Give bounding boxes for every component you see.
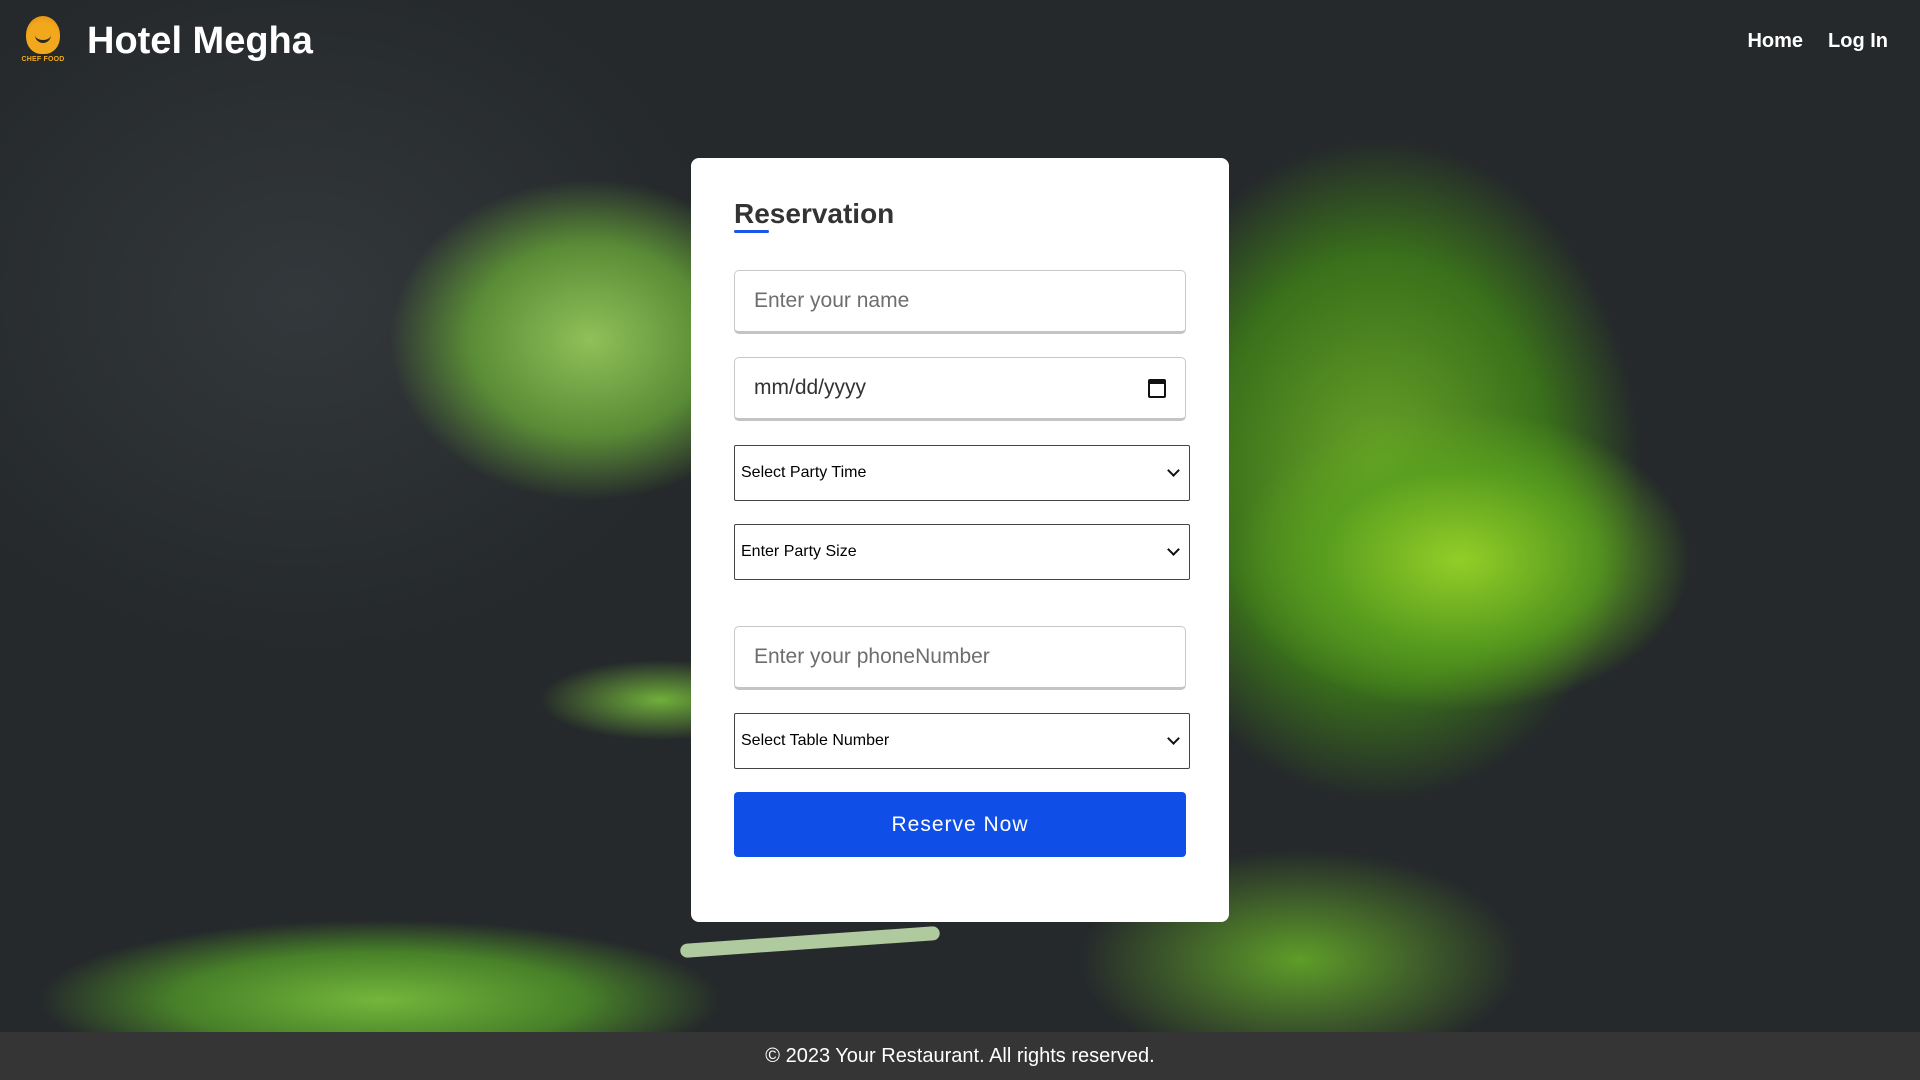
logo-bird-shape: [26, 16, 60, 54]
party-time-select[interactable]: Select Party Time: [734, 445, 1190, 501]
phone-input[interactable]: [754, 627, 1166, 687]
nav-home-link[interactable]: Home: [1747, 30, 1803, 53]
phone-field[interactable]: [734, 626, 1186, 690]
table-number-select-value: Select Table Number: [741, 732, 890, 749]
name-field[interactable]: [734, 270, 1186, 334]
reservation-title: Reservation: [734, 198, 895, 229]
party-time-select-value: Select Party Time: [741, 464, 867, 481]
logo-text: CHEF FOOD: [21, 56, 65, 63]
chevron-down-icon: [1167, 464, 1180, 477]
reservation-card: Reservation mm/dd/yyyy Select Party Time…: [691, 158, 1229, 922]
reserve-now-button[interactable]: Reserve Now: [734, 792, 1186, 857]
chevron-down-icon: [1167, 732, 1180, 745]
party-size-select[interactable]: Enter Party Size: [734, 524, 1190, 580]
table-number-select[interactable]: Select Table Number: [734, 713, 1190, 769]
brand-title[interactable]: Hotel Megha: [87, 20, 313, 63]
copyright-text: © 2023 Your Restaurant. All rights reser…: [765, 1044, 1155, 1067]
party-size-select-value: Enter Party Size: [741, 543, 857, 560]
nav-login-link[interactable]: Log In: [1828, 30, 1888, 53]
chevron-down-icon: [1167, 543, 1180, 556]
title-underline: [734, 230, 769, 233]
date-field[interactable]: mm/dd/yyyy: [734, 357, 1186, 421]
chef-bird-logo-icon[interactable]: CHEF FOOD: [20, 14, 66, 70]
site-header: CHEF FOOD Hotel Megha Home Log In: [0, 0, 1920, 86]
calendar-icon[interactable]: [1148, 378, 1166, 398]
date-input-value[interactable]: mm/dd/yyyy: [754, 376, 1148, 400]
name-input[interactable]: [754, 271, 1166, 331]
main-nav: Home Log In: [1747, 30, 1888, 53]
site-footer: © 2023 Your Restaurant. All rights reser…: [0, 1032, 1920, 1080]
